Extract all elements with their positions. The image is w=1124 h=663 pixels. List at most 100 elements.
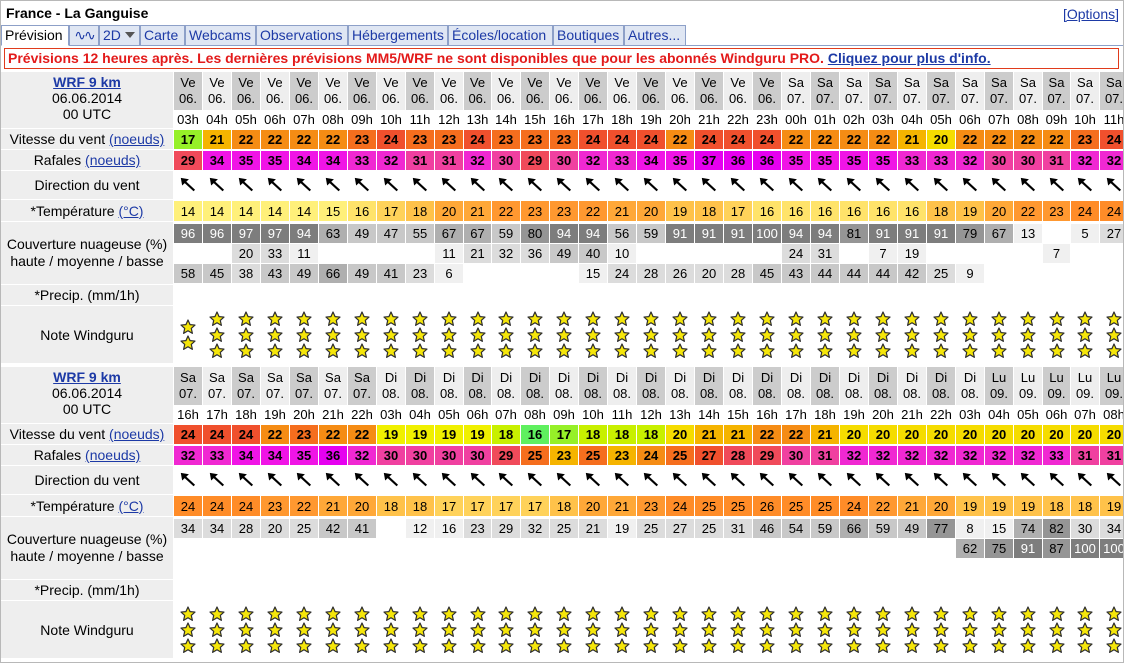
forecast-hour: 09h — [1043, 110, 1070, 128]
wind-speed-value: 22 — [672, 132, 688, 147]
rating-star-icon — [238, 606, 254, 621]
wind-direction-cell — [1071, 466, 1099, 495]
temperature-value: 17 — [730, 203, 746, 219]
cloud-value: 21 — [470, 246, 485, 261]
temperature-units-link[interactable]: (°C) — [118, 498, 143, 514]
gust-units-link[interactable]: (noeuds) — [85, 152, 140, 168]
temperature-value: 23 — [643, 498, 659, 514]
rating-star-icon — [1048, 343, 1065, 358]
cloud-high-cell: 67 — [464, 224, 491, 243]
wind-direction-arrow-icon — [412, 177, 428, 191]
tab-webcams[interactable]: Webcams — [185, 25, 256, 46]
forecast-hour: 16h — [174, 405, 202, 423]
options-link[interactable]: [Options] — [1063, 6, 1119, 22]
wind-units-link[interactable]: (noeuds) — [109, 426, 164, 442]
cloud-value: 41 — [354, 521, 370, 536]
temperature-value: 14 — [267, 203, 283, 219]
forecast-date: 08. — [844, 386, 864, 401]
gust-cell: 34 — [319, 151, 347, 170]
cloud-mid-cell — [290, 539, 318, 558]
rating-star-icon — [788, 606, 804, 621]
wind-speed-cell: 22 — [232, 130, 260, 149]
gust-cell: 35 — [869, 151, 897, 170]
wind-speed-cell: 19 — [464, 425, 491, 444]
rating-star-icon — [209, 311, 225, 326]
tab-autres[interactable]: Autres... — [624, 25, 686, 46]
cloud-high-cell: 97 — [261, 224, 289, 243]
forecast-hour: 07h — [1071, 405, 1099, 423]
gust-value: 35 — [267, 153, 283, 168]
wind-speed-value: 21 — [701, 427, 717, 442]
notice-info-link[interactable]: Cliquez pour plus d'info. — [828, 50, 991, 66]
cloud-mid-cell — [898, 539, 926, 558]
gust-value: 32 — [383, 153, 399, 168]
cloud-low-cell: 44 — [869, 264, 897, 283]
forecast-day: Sa — [788, 75, 804, 90]
rating-star-icon — [875, 622, 891, 637]
time-header-cell: Di 08. 18h — [811, 367, 839, 423]
gust-cell: 30 — [406, 446, 434, 465]
wind-direction-cell — [782, 466, 810, 495]
gust-value: 32 — [1020, 448, 1036, 463]
gust-cell: 31 — [1100, 446, 1123, 465]
gust-cell: 32 — [927, 446, 955, 465]
rating-star-icon — [1106, 343, 1122, 358]
gust-units-link[interactable]: (noeuds) — [85, 447, 140, 463]
wind-speed-value: 21 — [730, 427, 746, 442]
tab-boutiques[interactable]: Boutiques — [553, 25, 624, 46]
wind-units-link[interactable]: (noeuds) — [109, 131, 164, 147]
tab-graph[interactable]: ∿∿ — [69, 25, 99, 46]
gust-cell: 30 — [435, 446, 463, 465]
forecast-hour: 04h — [898, 110, 926, 128]
wind-direction-cell — [927, 171, 955, 200]
tab-carte[interactable]: Carte — [140, 25, 185, 46]
gust-value: 36 — [759, 153, 775, 168]
forecast-day: Ve — [325, 75, 341, 90]
tab-observations[interactable]: Observations — [256, 25, 348, 46]
wind-speed-value: 24 — [470, 132, 485, 147]
temperature-value: 16 — [846, 203, 862, 219]
precip-cell — [203, 580, 231, 601]
gust-cell: 33 — [608, 151, 636, 170]
rating-cell — [695, 601, 723, 659]
rating-star-icon — [354, 622, 370, 637]
rating-star-icon — [904, 311, 920, 326]
cloud-low-cell — [435, 559, 463, 578]
model-name-link[interactable]: WRF 9 km — [53, 369, 121, 385]
model-name-link[interactable]: WRF 9 km — [53, 74, 121, 90]
wind-speed-cell: 23 — [290, 425, 318, 444]
time-header-cell: Ve 06. 06h — [261, 72, 289, 128]
tab-ecoles-location[interactable]: Écoles/location — [448, 25, 553, 46]
rating-star-icon — [817, 311, 833, 326]
time-header-cell: Ve 06. 13h — [464, 72, 491, 128]
rating-star-icon — [759, 311, 775, 326]
forecast-date: 07. — [989, 91, 1009, 106]
temperature-cell: 18 — [1071, 496, 1099, 516]
cloud-mid-cell — [753, 539, 781, 558]
cloud-low-cell — [348, 559, 376, 578]
cloud-high-cell: 67 — [985, 224, 1013, 243]
tab-prevision[interactable]: Prévision — [1, 25, 69, 46]
tab-hebergements[interactable]: Hébergements — [348, 25, 448, 46]
temperature-units-link[interactable]: (°C) — [118, 203, 143, 219]
rating-star-icon — [383, 311, 399, 326]
cloud-high-cell: 49 — [898, 519, 926, 538]
tab-2d[interactable]: 2D — [99, 25, 140, 46]
forecast-day: Ve — [556, 75, 572, 90]
wind-speed-cell: 24 — [579, 130, 607, 149]
wind-speed-value: 24 — [614, 132, 630, 147]
rating-star-icon — [817, 327, 833, 342]
temperature-value: 22 — [296, 498, 312, 514]
wind-speed-value: 22 — [267, 427, 283, 442]
cloud-low-cell — [811, 559, 839, 578]
forecast-hour: 02h — [840, 110, 868, 128]
forecast-hour: 17h — [579, 110, 607, 128]
forecast-day: Sa — [991, 75, 1007, 90]
temperature-value: 24 — [209, 498, 225, 514]
temperature-cell: 22 — [579, 201, 607, 221]
forecast-hour: 14h — [695, 405, 723, 423]
wind-speed-label: Vitesse du vent (noeuds) — [1, 129, 173, 150]
cloud-value: 80 — [527, 226, 543, 241]
gust-value: 32 — [875, 448, 891, 463]
precip-cell — [232, 285, 260, 306]
